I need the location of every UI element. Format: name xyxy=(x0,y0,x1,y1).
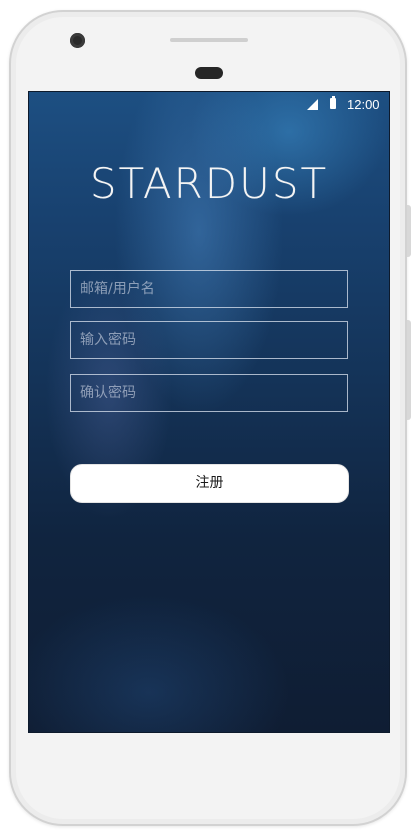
status-bar: 12:00 xyxy=(29,92,389,118)
confirm-password-input[interactable] xyxy=(70,374,348,412)
register-button[interactable]: 注册 xyxy=(70,464,349,503)
status-clock: 12:00 xyxy=(347,97,380,112)
cell-signal-icon xyxy=(307,99,318,110)
earpiece-speaker xyxy=(170,38,248,42)
username-input[interactable] xyxy=(70,270,348,308)
app-logo: STARDUST xyxy=(89,159,329,208)
battery-icon xyxy=(330,96,336,109)
volume-button xyxy=(407,320,411,420)
proximity-sensor xyxy=(195,67,223,79)
app-screen: 12:00 STARDUST 注册 xyxy=(28,91,390,733)
front-camera-icon xyxy=(70,33,85,48)
power-button xyxy=(407,205,411,257)
password-input[interactable] xyxy=(70,321,348,359)
